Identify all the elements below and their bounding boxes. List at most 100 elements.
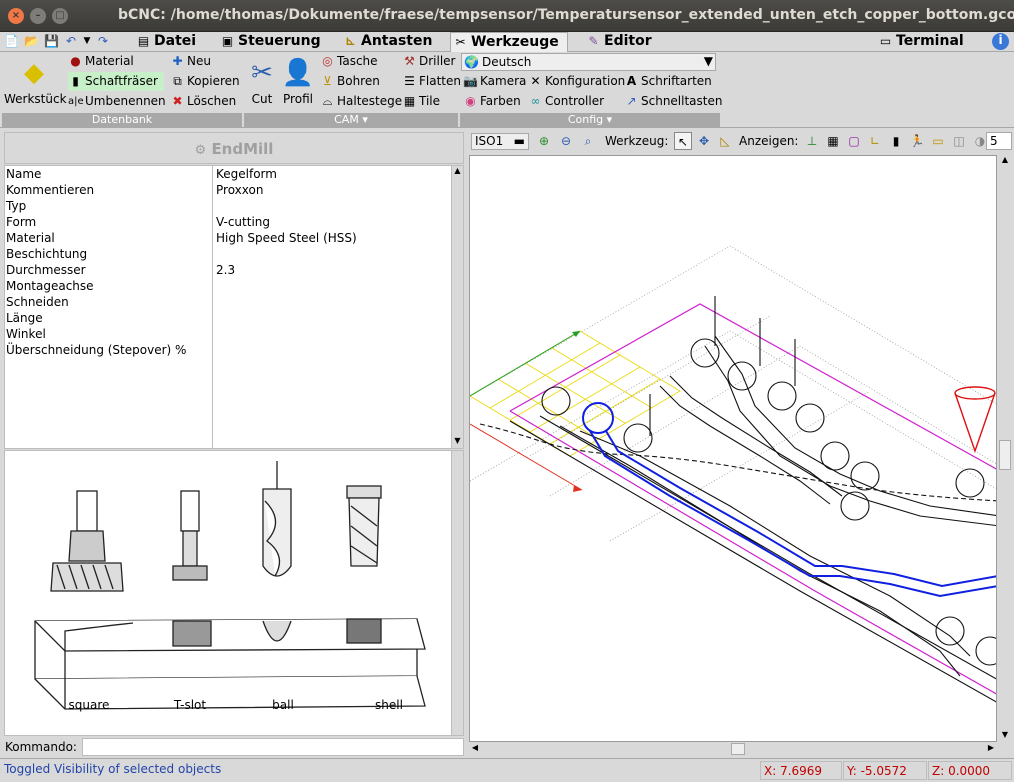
- loeschen-button[interactable]: ✖ Löschen: [170, 92, 236, 111]
- umbenennen-button[interactable]: a|e Umbenennen: [68, 92, 166, 111]
- zoom-out-icon[interactable]: ⊖: [557, 132, 575, 150]
- werkstueck-button[interactable]: ◆ Werkstück: [4, 56, 67, 106]
- status-message: Toggled Visibility of selected objects: [4, 762, 222, 776]
- projection-select[interactable]: ISO1 ▬: [471, 133, 529, 150]
- margins-icon[interactable]: ▢: [845, 132, 863, 150]
- ruler-triangle-icon[interactable]: ◺: [716, 132, 734, 150]
- property-value[interactable]: V-cutting: [215, 214, 453, 230]
- endmill-types-drawing: square T-slot ball shell: [34, 461, 426, 712]
- property-value[interactable]: [215, 342, 453, 358]
- farben-button[interactable]: ◉ Farben: [463, 92, 520, 111]
- command-label: Kommando:: [5, 740, 77, 754]
- camera-overlay-icon[interactable]: ▭: [929, 132, 947, 150]
- controller-button[interactable]: ∞ Controller: [528, 92, 605, 111]
- property-value[interactable]: High Speed Steel (HSS): [215, 230, 453, 246]
- werkzeug-label: Werkzeug:: [605, 134, 669, 148]
- endmill-panel: ⚙ EndMill Name Kommentieren Typ Form Mat…: [0, 128, 467, 738]
- scroll-down-icon[interactable]: ▼: [452, 436, 463, 448]
- flatten-button[interactable]: ☰ Flatten: [402, 72, 461, 91]
- zoom-in-icon[interactable]: ⊕: [535, 132, 553, 150]
- scroll-right-icon[interactable]: ▶: [985, 743, 997, 755]
- cut-button[interactable]: ✂ Cut: [246, 56, 278, 106]
- config-group-label[interactable]: Config ▾: [460, 113, 720, 127]
- illustration-scrollbar[interactable]: [451, 451, 463, 735]
- toolpath-viewport[interactable]: [469, 156, 1005, 741]
- canvas-vertical-scrollbar[interactable]: ▲ ▼: [998, 155, 1012, 742]
- cut-label: Cut: [251, 92, 273, 106]
- select-pointer-icon[interactable]: ↖: [674, 132, 692, 150]
- zoom-fit-icon[interactable]: ⌕: [579, 132, 597, 150]
- material-button[interactable]: ● Material: [68, 52, 134, 71]
- undo-icon[interactable]: ↶: [64, 34, 78, 48]
- property-value[interactable]: Kegelform: [215, 166, 453, 182]
- help-info-icon[interactable]: i: [992, 33, 1009, 50]
- shortcut-icon: ↗: [626, 94, 637, 108]
- tab-steuerung[interactable]: ▣ Steuerung: [218, 32, 321, 52]
- property-value[interactable]: 2.3: [215, 262, 453, 278]
- tab-datei[interactable]: ▤ Datei: [134, 32, 196, 52]
- tab-editor[interactable]: ✎ Editor: [584, 32, 651, 52]
- tab-werkzeuge[interactable]: ✂ Werkzeuge: [450, 32, 568, 52]
- scroll-down-icon[interactable]: ▼: [999, 730, 1011, 742]
- workarea-icon[interactable]: ∟: [866, 132, 884, 150]
- profil-button[interactable]: 👤 Profil: [281, 56, 315, 106]
- endmill-header[interactable]: ⚙ EndMill: [4, 132, 464, 164]
- property-label: Typ: [6, 199, 27, 213]
- scroll-up-icon[interactable]: ▲: [452, 166, 463, 178]
- property-value[interactable]: [215, 310, 453, 326]
- property-value[interactable]: [215, 198, 453, 214]
- copy-icon: ⧉: [173, 74, 182, 88]
- driller-button[interactable]: ⚒ Driller: [402, 52, 455, 71]
- scrollbar-thumb[interactable]: [999, 440, 1011, 470]
- schnelltasten-button[interactable]: ↗ Schnelltasten: [624, 92, 722, 111]
- tab-label: Steuerung: [238, 33, 321, 49]
- draw-timeout-spinbox[interactable]: 5: [986, 132, 1012, 150]
- new-file-icon[interactable]: 📄: [4, 34, 19, 48]
- save-icon[interactable]: 💾: [44, 34, 59, 48]
- axes-icon[interactable]: ⊥: [803, 132, 821, 150]
- command-input[interactable]: [82, 738, 464, 756]
- schaftfraeser-button[interactable]: ▮ Schaftfräser: [68, 72, 164, 91]
- kamera-label: Kamera: [480, 74, 527, 88]
- tile-button[interactable]: ▦ Tile: [402, 92, 440, 111]
- tab-terminal[interactable]: ▭ Terminal: [876, 32, 964, 52]
- scroll-up-icon[interactable]: ▲: [999, 155, 1011, 167]
- paths-icon[interactable]: ◫: [950, 132, 968, 150]
- gcode-canvas[interactable]: [469, 155, 1005, 742]
- maximize-window-button[interactable]: □: [52, 8, 68, 24]
- property-table-scrollbar[interactable]: ▲ ▼: [451, 166, 463, 448]
- redo-icon[interactable]: ↷: [96, 34, 110, 48]
- property-value[interactable]: [215, 326, 453, 342]
- cam-group-label[interactable]: CAM ▾: [244, 113, 458, 127]
- endmill-view-icon[interactable]: ▮: [887, 132, 905, 150]
- tab-antasten[interactable]: ⊾ Antasten: [341, 32, 432, 52]
- pan-move-icon[interactable]: ✥: [695, 132, 713, 150]
- property-value[interactable]: [215, 294, 453, 310]
- konfiguration-button[interactable]: ✕ Konfiguration: [528, 72, 625, 91]
- kamera-button[interactable]: 📷 Kamera: [463, 72, 526, 91]
- open-folder-icon[interactable]: 📂: [24, 34, 39, 48]
- property-value[interactable]: [215, 246, 453, 262]
- rapid-moves-icon[interactable]: 🏃: [908, 132, 926, 150]
- close-window-button[interactable]: ×: [8, 8, 24, 24]
- language-select[interactable]: 🌍 Deutsch ▼: [461, 53, 716, 71]
- canvas-horizontal-scrollbar[interactable]: ◀ ▶: [469, 742, 997, 756]
- bohren-button[interactable]: ⊻ Bohren: [320, 72, 380, 91]
- property-value[interactable]: [215, 278, 453, 294]
- schriftarten-button[interactable]: A Schriftarten: [624, 72, 712, 91]
- haltestege-button[interactable]: ⌓ Haltestege: [320, 92, 402, 111]
- grid-icon[interactable]: ▦: [824, 132, 842, 150]
- scrollbar-thumb[interactable]: [731, 743, 745, 755]
- x-coordinate: X: 7.6969: [760, 761, 842, 780]
- profile-icon: 👤: [281, 58, 315, 88]
- neu-button[interactable]: ✚ Neu: [170, 52, 211, 71]
- kopieren-button[interactable]: ⧉ Kopieren: [170, 72, 239, 91]
- dropdown-arrow-icon: ▾: [606, 113, 613, 126]
- undo-history-arrow-icon[interactable]: ▼: [80, 34, 94, 48]
- property-label: Durchmesser: [6, 263, 86, 277]
- scroll-left-icon[interactable]: ◀: [469, 743, 481, 755]
- tasche-button[interactable]: ◎ Tasche: [320, 52, 377, 71]
- minimize-window-button[interactable]: –: [30, 8, 46, 24]
- property-value[interactable]: Proxxon: [215, 182, 453, 198]
- tab-label: Werkzeuge: [471, 34, 559, 50]
